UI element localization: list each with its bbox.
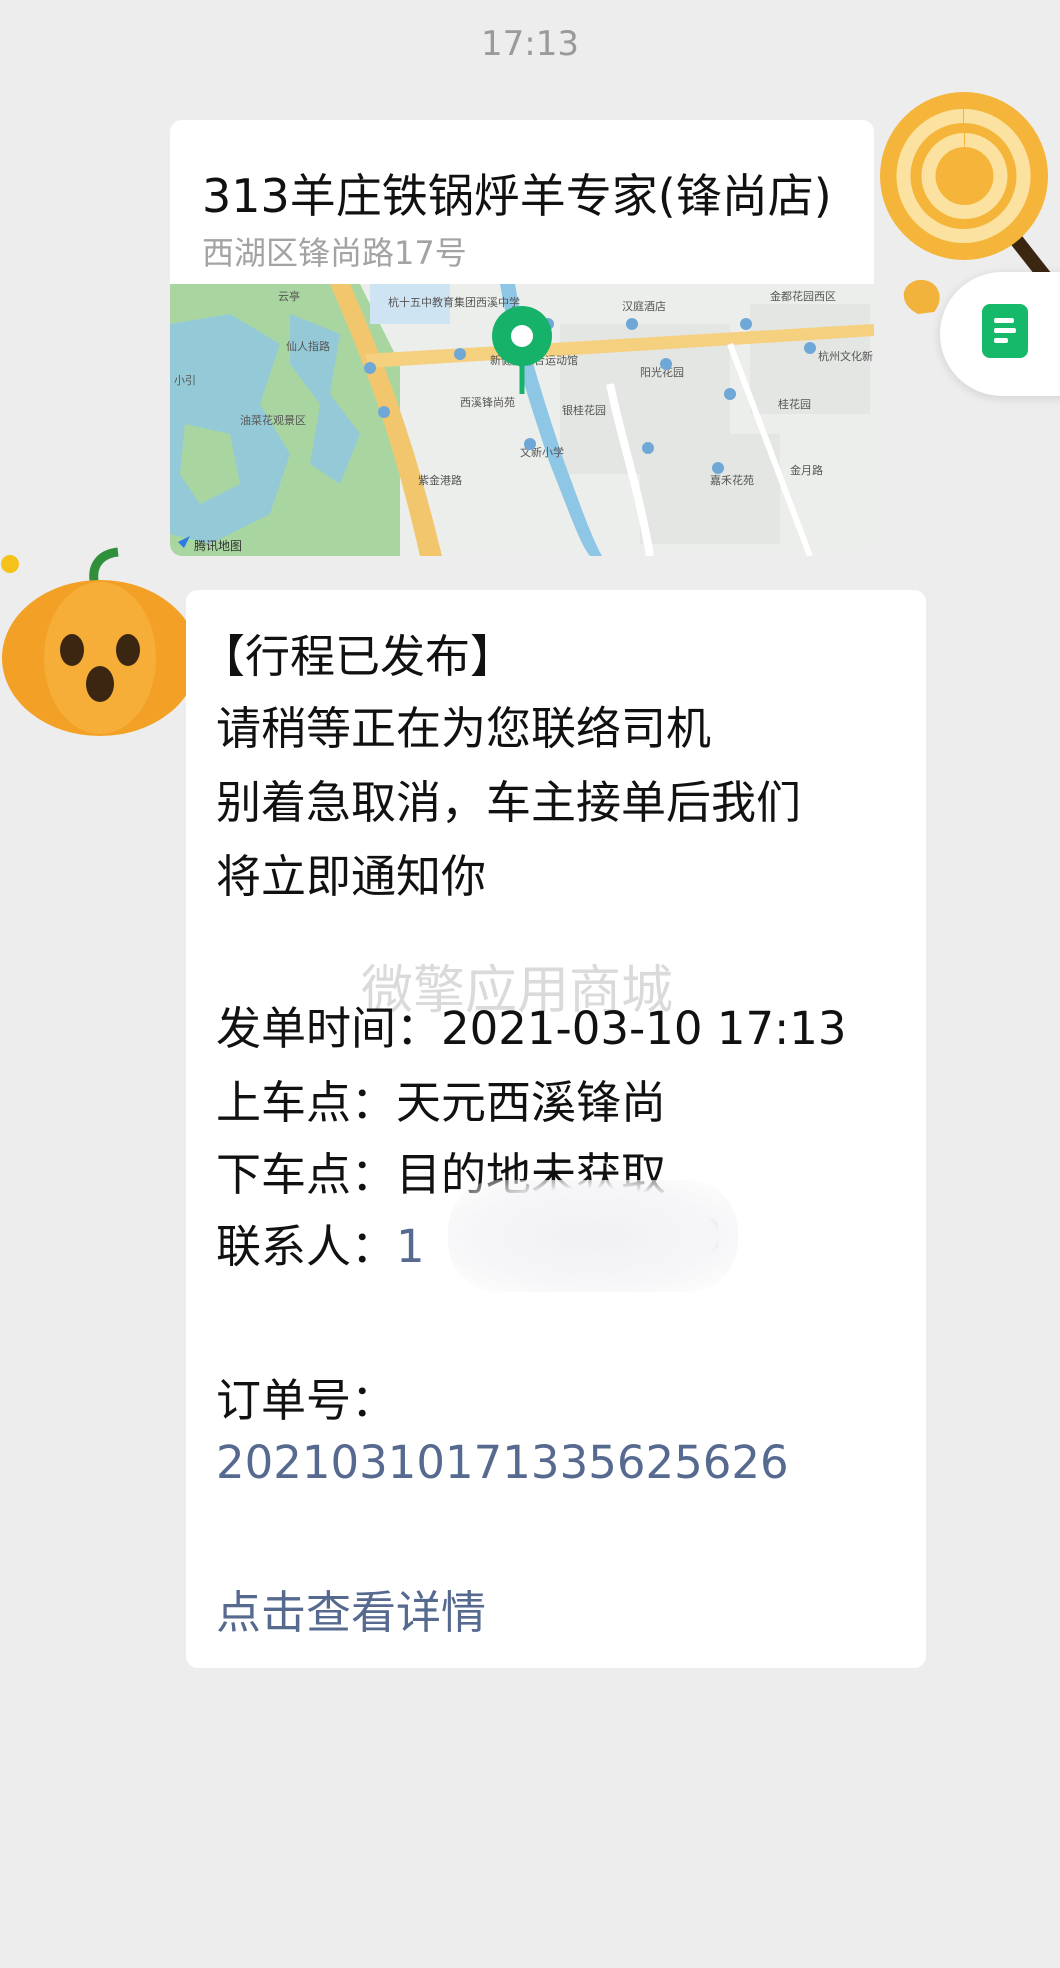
pickup-row: 上车点：天元西溪锋尚: [216, 1066, 666, 1131]
contact-phone-start[interactable]: 1: [396, 1220, 425, 1273]
contact-label: 联系人：: [216, 1220, 397, 1273]
location-title: 313羊庄铁锅烀羊专家(锋尚店): [202, 169, 832, 223]
map-provider-label: 腾讯地图: [194, 538, 242, 553]
map-label: 小引: [174, 373, 196, 387]
map-label: 桂花园: [778, 397, 811, 411]
map-label: 汉庭酒店: [622, 299, 666, 313]
order-time-row: 发单时间：2021-03-10 17:13: [216, 992, 847, 1057]
location-card[interactable]: 313羊庄铁锅烀羊专家(锋尚店) 西湖区锋尚路17号 云亭 杭十五中教育集团西溪…: [170, 120, 874, 556]
message-line: 别着急取消，车主接单后我们: [216, 776, 802, 829]
order-no-value[interactable]: 20210310171335625626: [216, 1436, 789, 1489]
message-line: 将立即通知你: [216, 850, 487, 903]
map-label: 杭州文化新: [818, 349, 873, 363]
map-label: 嘉禾花苑: [710, 473, 754, 487]
map-label: 银桂花园: [562, 403, 606, 417]
order-no-label: 订单号：: [216, 1374, 397, 1427]
map-label: 西溪锋尚苑: [460, 395, 515, 409]
map-label: 金月路: [790, 463, 823, 477]
order-time-value: 2021-03-10 17:13: [441, 1002, 847, 1055]
document-icon: [982, 304, 1028, 358]
message-heading: 【行程已发布】: [200, 630, 516, 683]
floating-side-button[interactable]: [940, 272, 1060, 396]
map-label: 油菜花观景区: [240, 413, 306, 427]
location-map[interactable]: 云亭 杭十五中教育集团西溪中学 汉庭酒店 金都花园西区 仙人指路 杭州文化新 小…: [170, 284, 874, 556]
contact-row: 联系人：1: [216, 1210, 425, 1275]
redaction-blur: [448, 1180, 738, 1292]
message-card: 【行程已发布】 请稍等正在为您联络司机 别着急取消，车主接单后我们 将立即通知你…: [186, 590, 926, 1668]
pickup-label: 上车点：: [216, 1076, 397, 1129]
map-label: 杭十五中教育集团西溪中学: [388, 295, 520, 309]
map-label: 仙人指路: [286, 339, 330, 353]
view-details-link[interactable]: 点击查看详情: [216, 1576, 486, 1641]
dropoff-label: 下车点：: [216, 1148, 397, 1201]
pickup-value: 天元西溪锋尚: [396, 1076, 667, 1129]
location-address: 西湖区锋尚路17号: [202, 234, 467, 272]
order-time-label: 发单时间：: [216, 1002, 442, 1055]
status-time: 17:13: [481, 24, 579, 64]
map-label: 云亭: [278, 289, 300, 303]
message-line: 请稍等正在为您联络司机: [216, 702, 712, 755]
map-label: 紫金港路: [418, 473, 462, 487]
map-label: 金都花园西区: [770, 289, 836, 303]
pumpkin-sticker-icon: [1, 547, 198, 736]
